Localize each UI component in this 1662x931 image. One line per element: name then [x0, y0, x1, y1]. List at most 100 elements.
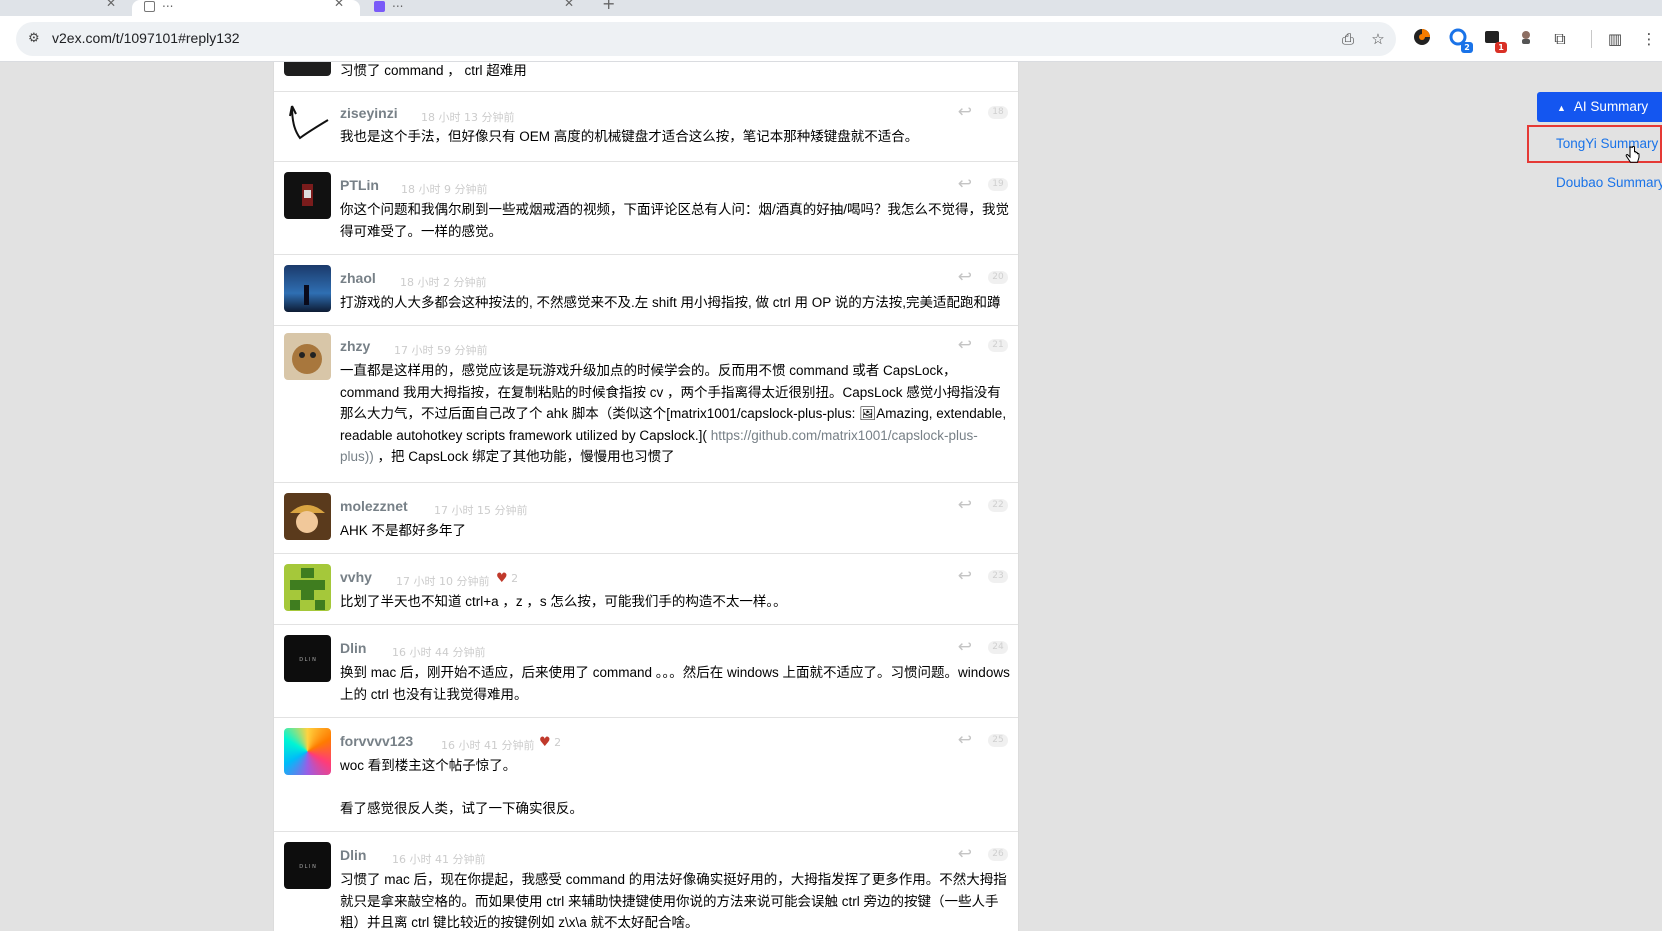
reply-item: D L I N Dlin 16 小时 44 分钟前 ↩ 24 换到 mac 后，…	[274, 625, 1018, 718]
avatar[interactable]	[284, 564, 331, 611]
browser-tab-1[interactable]: ✕	[0, 0, 132, 16]
reply-content: 习惯了 command ， ctrl 超难用	[340, 63, 527, 78]
new-tab-icon[interactable]: +	[602, 0, 615, 13]
ai-summary-button[interactable]: ▲ AI Summary	[1537, 92, 1662, 122]
page-viewport: 习惯了 command ， ctrl 超难用 ziseyinzi 18 小时 1…	[0, 62, 1662, 931]
extension-4-icon[interactable]	[1515, 28, 1537, 50]
url-text[interactable]: v2ex.com/t/1097101#reply132	[52, 30, 240, 46]
avatar[interactable]	[284, 172, 331, 219]
reply-arrow-icon[interactable]: ↩	[958, 566, 972, 586]
reply-arrow-icon[interactable]: ↩	[958, 730, 972, 750]
collapse-triangle-icon: ▲	[1557, 103, 1566, 113]
extension-1-icon[interactable]	[1411, 28, 1433, 50]
reply-time: 17 小时 15 分钟前	[434, 504, 528, 517]
reply-content: 打游戏的人大多都会这种按法的, 不然感觉来不及.左 shift 用小拇指按, 做…	[340, 295, 1001, 310]
username[interactable]: forvvvv123	[340, 733, 413, 749]
floor-number: 25	[988, 734, 1008, 747]
extension-badge: 2	[1461, 42, 1473, 53]
like-count: ♥ 2	[539, 735, 562, 750]
reply-content: 你这个问题和我偶尔刷到一些戒烟戒酒的视频，下面评论区总有人问：烟/酒真的好抽/喝…	[340, 202, 1009, 239]
reply-content: 比划了半天也不知道 ctrl+a ，z ，s 怎么按，可能我们手的构造不太一样。…	[340, 594, 787, 609]
extension-badge: 1	[1495, 42, 1507, 53]
reply-item: vvhy 17 小时 10 分钟前 ♥ 2 ↩ 23 比划了半天也不知道 ctr…	[274, 554, 1018, 625]
reply-arrow-icon[interactable]: ↩	[958, 102, 972, 122]
floor-number: 23	[988, 570, 1008, 583]
avatar[interactable]	[284, 62, 331, 76]
avatar[interactable]: D L I N	[284, 635, 331, 682]
username[interactable]: ziseyinzi	[340, 105, 398, 121]
tab-title: ...	[162, 0, 174, 10]
reply-item: ziseyinzi 18 小时 13 分钟前 ↩ 18 我也是这个手法，但好像只…	[274, 92, 1018, 162]
avatar[interactable]	[284, 100, 331, 147]
reply-item: 习惯了 command ， ctrl 超难用	[274, 62, 1018, 92]
username[interactable]: vvhy	[340, 569, 372, 585]
avatar[interactable]	[284, 728, 331, 775]
highlight-box	[1527, 125, 1662, 163]
username[interactable]: PTLin	[340, 177, 379, 193]
reply-arrow-icon[interactable]: ↩	[958, 844, 972, 864]
avatar[interactable]	[284, 265, 331, 312]
extension-2-icon[interactable]: 2	[1447, 28, 1473, 53]
tab-strip: ✕ ... ✕ ... ✕ +	[0, 0, 1662, 16]
reply-arrow-icon[interactable]: ↩	[958, 335, 972, 355]
extensions-puzzle-icon[interactable]: ⧉	[1549, 28, 1571, 50]
reply-content: 我也是这个手法，但好像只有 OEM 高度的机械键盘才适合这么按，笔记本那种矮键盘…	[340, 129, 919, 144]
svg-text:D L I N: D L I N	[299, 864, 316, 870]
reply-item: PTLin 18 小时 9 分钟前 ↩ 19 你这个问题和我偶尔刷到一些戒烟戒酒…	[274, 162, 1018, 255]
reply-time: 16 小时 41 分钟前	[441, 739, 535, 752]
reply-item: D L I N Dlin 16 小时 41 分钟前 ↩ 26 习惯了 mac 后…	[274, 832, 1018, 931]
reply-item: molezznet 17 小时 15 分钟前 ↩ 22 AHK 不是都好多年了	[274, 483, 1018, 554]
reply-content: 一直都是这样用的，感觉应该是玩游戏升级加点的时候学会的。反而用不惯 comman…	[340, 363, 1007, 465]
doubao-summary-link[interactable]: Doubao Summary	[1556, 175, 1662, 190]
reply-item: zhzy 17 小时 59 分钟前 ↩ 21 一直都是这样用的，感觉应该是玩游戏…	[274, 326, 1018, 483]
floor-number: 20	[988, 271, 1008, 284]
browser-menu-icon[interactable]: ⋮	[1638, 28, 1660, 50]
reply-arrow-icon[interactable]: ↩	[958, 637, 972, 657]
reply-arrow-icon[interactable]: ↩	[958, 174, 972, 194]
reply-time: 18 小时 9 分钟前	[401, 183, 488, 196]
reply-time: 16 小时 41 分钟前	[392, 853, 486, 866]
reply-arrow-icon[interactable]: ↩	[958, 495, 972, 515]
tongyi-favicon-icon	[374, 1, 385, 12]
like-count: ♥ 2	[496, 571, 519, 586]
username[interactable]: zhzy	[340, 338, 370, 354]
tab-title: ...	[392, 0, 404, 10]
site-info-icon[interactable]: ⚙	[28, 30, 46, 48]
floor-number: 22	[988, 499, 1008, 512]
side-panel-icon[interactable]: ▥	[1604, 28, 1626, 50]
username[interactable]: Dlin	[340, 847, 366, 863]
hand-cursor-icon	[1625, 146, 1640, 163]
reply-content: woc 看到楼主这个帖子惊了。 看了感觉很反人类，试了一下确实很反。	[340, 758, 583, 816]
browser-toolbar: ⚙ v2ex.com/t/1097101#reply132 ⎙ ☆ 2 1 ⧉ …	[0, 16, 1662, 62]
address-bar[interactable]: ⚙ v2ex.com/t/1097101#reply132 ⎙ ☆	[16, 22, 1396, 56]
reply-item: zhaol 18 小时 2 分钟前 ↩ 20 打游戏的人大多都会这种按法的, 不…	[274, 255, 1018, 326]
reply-content: 换到 mac 后，刚开始不适应，后来使用了 command 。。。然后在 win…	[340, 665, 1010, 702]
floor-number: 24	[988, 641, 1008, 654]
username[interactable]: molezznet	[340, 498, 408, 514]
browser-tab-2[interactable]: ... ✕	[132, 0, 360, 16]
username[interactable]: zhaol	[340, 270, 376, 286]
reply-item: forvvvv123 16 小时 41 分钟前 ♥ 2 ↩ 25 woc 看到楼…	[274, 718, 1018, 832]
reply-arrow-icon[interactable]: ↩	[958, 267, 972, 287]
reply-content: AHK 不是都好多年了	[340, 523, 467, 538]
toolbar-divider	[1591, 30, 1592, 48]
floor-number: 18	[988, 106, 1008, 119]
bookmark-star-icon[interactable]: ☆	[1368, 29, 1388, 49]
avatar[interactable]	[284, 493, 331, 540]
tab-close-icon[interactable]: ✕	[106, 0, 116, 10]
reply-time: 17 小时 59 分钟前	[394, 344, 488, 357]
avatar[interactable]	[284, 333, 331, 380]
install-app-icon[interactable]: ⎙	[1338, 29, 1358, 49]
avatar[interactable]: D L I N	[284, 842, 331, 889]
reply-time: 17 小时 10 分钟前	[396, 575, 490, 588]
tab-close-icon[interactable]: ✕	[564, 0, 574, 10]
page-favicon-icon	[144, 1, 155, 12]
browser-tab-3[interactable]: ... ✕	[362, 0, 590, 16]
floor-number: 26	[988, 848, 1008, 861]
extension-3-icon[interactable]: 1	[1481, 28, 1507, 53]
tab-close-icon[interactable]: ✕	[334, 0, 344, 10]
reply-time: 18 小时 2 分钟前	[400, 276, 487, 289]
floor-number: 21	[988, 339, 1008, 352]
username[interactable]: Dlin	[340, 640, 366, 656]
reply-content: 习惯了 mac 后，现在你提起，我感受 command 的用法好像确实挺好用的，…	[340, 872, 1007, 931]
